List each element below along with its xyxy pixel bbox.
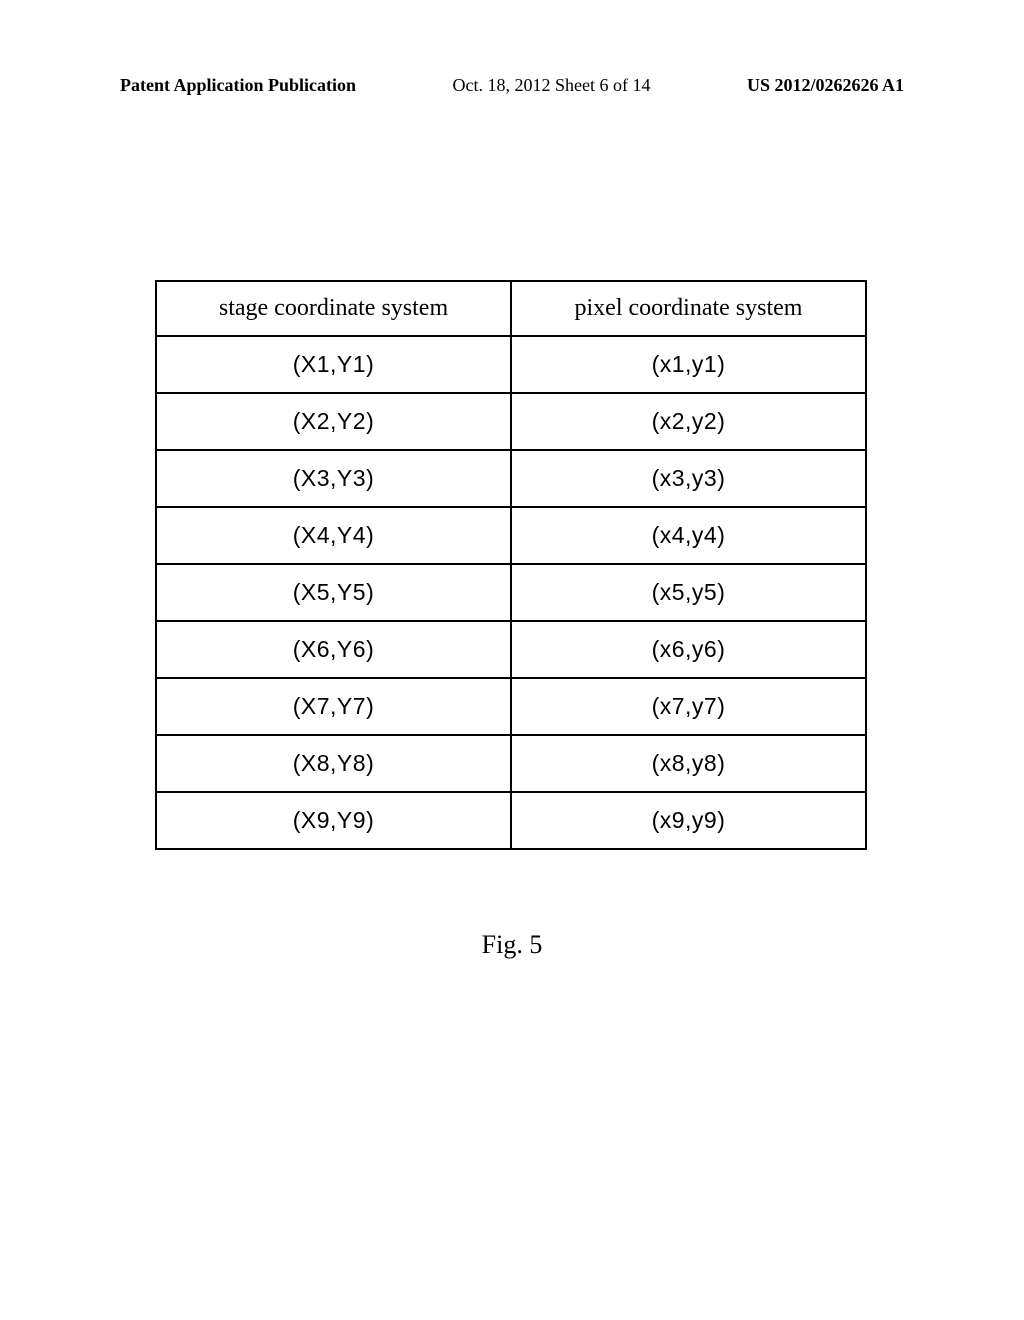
header-date-sheet: Oct. 18, 2012 Sheet 6 of 14 — [453, 75, 651, 96]
figure-caption: Fig. 5 — [0, 930, 1024, 960]
header-publication-type: Patent Application Publication — [120, 75, 356, 96]
table-row: (X3,Y3) (x3,y3) — [156, 450, 866, 507]
table-row: (X7,Y7) (x7,y7) — [156, 678, 866, 735]
table-row: (X5,Y5) (x5,y5) — [156, 564, 866, 621]
stage-cell: (X5,Y5) — [156, 564, 511, 621]
stage-cell: (X9,Y9) — [156, 792, 511, 849]
pixel-cell: (x2,y2) — [511, 393, 866, 450]
stage-cell: (X7,Y7) — [156, 678, 511, 735]
table-row: (X8,Y8) (x8,y8) — [156, 735, 866, 792]
table-header-pixel: pixel coordinate system — [511, 281, 866, 336]
pixel-cell: (x9,y9) — [511, 792, 866, 849]
table-row: (X4,Y4) (x4,y4) — [156, 507, 866, 564]
table-row: (X6,Y6) (x6,y6) — [156, 621, 866, 678]
page-header: Patent Application Publication Oct. 18, … — [120, 75, 904, 96]
pixel-cell: (x6,y6) — [511, 621, 866, 678]
pixel-cell: (x4,y4) — [511, 507, 866, 564]
pixel-cell: (x7,y7) — [511, 678, 866, 735]
header-patent-number: US 2012/0262626 A1 — [747, 75, 904, 96]
pixel-cell: (x8,y8) — [511, 735, 866, 792]
coordinate-table-container: stage coordinate system pixel coordinate… — [155, 280, 867, 850]
pixel-cell: (x1,y1) — [511, 336, 866, 393]
coordinate-table: stage coordinate system pixel coordinate… — [155, 280, 867, 850]
stage-cell: (X6,Y6) — [156, 621, 511, 678]
pixel-cell: (x3,y3) — [511, 450, 866, 507]
stage-cell: (X2,Y2) — [156, 393, 511, 450]
table-row: (X9,Y9) (x9,y9) — [156, 792, 866, 849]
stage-cell: (X4,Y4) — [156, 507, 511, 564]
stage-cell: (X3,Y3) — [156, 450, 511, 507]
stage-cell: (X1,Y1) — [156, 336, 511, 393]
table-header-stage: stage coordinate system — [156, 281, 511, 336]
stage-cell: (X8,Y8) — [156, 735, 511, 792]
table-row: (X1,Y1) (x1,y1) — [156, 336, 866, 393]
table-header-row: stage coordinate system pixel coordinate… — [156, 281, 866, 336]
pixel-cell: (x5,y5) — [511, 564, 866, 621]
table-row: (X2,Y2) (x2,y2) — [156, 393, 866, 450]
